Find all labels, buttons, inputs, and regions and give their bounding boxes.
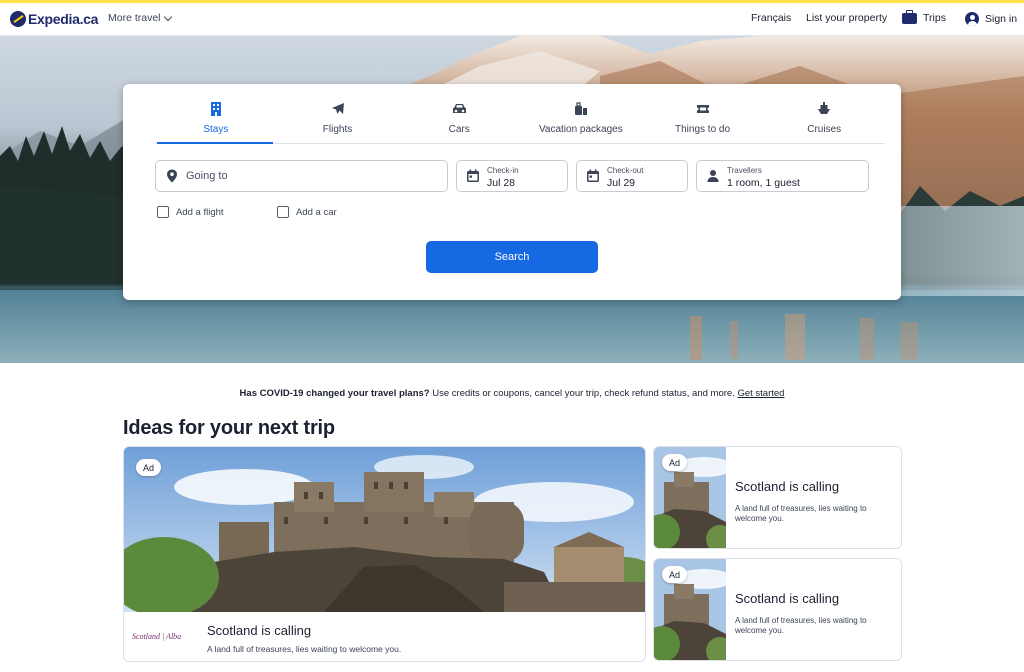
package-icon	[572, 101, 590, 117]
scotland-ad-card-small[interactable]: Ad Scotland is calling A land full of tr…	[653, 558, 902, 661]
scotland-ad-card-large[interactable]: Ad Scotland | Alba Scotland is calling A…	[123, 446, 646, 662]
expedia-logo[interactable]: Expedia.ca	[10, 9, 98, 29]
search-tabs: Stays Flights Cars Vacation packages Thi…	[155, 84, 885, 144]
plane-icon	[329, 101, 347, 117]
check-out-value: Jul 29	[607, 177, 636, 189]
list-property-label: List your property	[806, 12, 888, 24]
expedia-globe-icon	[10, 11, 26, 27]
chevron-down-icon	[163, 12, 172, 21]
user-icon	[965, 12, 979, 26]
add-car-label: Add a car	[296, 206, 337, 218]
travellers-value: 1 room, 1 guest	[727, 177, 800, 189]
edinburgh-castle-image: Ad	[124, 447, 645, 612]
location-pin-icon	[165, 169, 179, 183]
check-out-label: Check-out	[607, 166, 644, 175]
tab-flights-label: Flights	[322, 124, 353, 135]
language-link[interactable]: Français	[751, 12, 791, 24]
add-flight-checkbox[interactable]: Add a flight	[157, 206, 224, 218]
tab-stays-label: Stays	[203, 124, 229, 135]
ad-badge: Ad	[662, 566, 687, 583]
tab-cars[interactable]: Cars	[398, 84, 520, 143]
search-button[interactable]: Search	[426, 241, 598, 273]
briefcase-icon	[902, 9, 917, 24]
visit-scotland-logo: Scotland | Alba	[132, 632, 182, 641]
tab-cars-label: Cars	[448, 124, 470, 135]
ad-card-subtitle: A land full of treasures, lies waiting t…	[735, 504, 867, 523]
add-car-checkbox[interactable]: Add a car	[277, 206, 337, 218]
calendar-icon	[466, 169, 480, 183]
going-to-input[interactable]: Going to	[155, 160, 448, 192]
get-started-link[interactable]: Get started	[737, 388, 784, 399]
ad-card-title: Scotland is calling	[735, 591, 840, 606]
tab-stays[interactable]: Stays	[155, 84, 277, 144]
ad-badge: Ad	[662, 454, 687, 471]
add-flight-label: Add a flight	[176, 206, 224, 218]
tab-cruises-label: Cruises	[807, 124, 842, 135]
calendar-icon	[586, 169, 600, 183]
list-property-link[interactable]: List your property	[806, 12, 887, 24]
check-in-field[interactable]: Check-in Jul 28	[456, 160, 568, 192]
check-out-field[interactable]: Check-out Jul 29	[576, 160, 688, 192]
tab-cruises[interactable]: Cruises	[763, 84, 885, 143]
ideas-section-title: Ideas for your next trip	[123, 417, 335, 439]
tab-vacation-packages-label: Vacation packages	[538, 124, 623, 135]
tab-vacation-packages[interactable]: Vacation packages	[520, 84, 642, 143]
language-link-label: Français	[751, 12, 792, 24]
ad-card-title: Scotland is calling	[735, 479, 840, 494]
check-in-label: Check-in	[487, 166, 519, 175]
more-travel-label: More travel	[108, 12, 161, 24]
tab-things-to-do-label: Things to do	[675, 124, 731, 135]
ad-card-subtitle: A land full of treasures, lies waiting t…	[207, 644, 402, 654]
person-icon	[706, 169, 720, 183]
castle-thumbnail-image: Ad	[654, 559, 726, 660]
covid-notice-text: Use credits or coupons, cancel your trip…	[429, 388, 738, 399]
trips-label: Trips	[923, 12, 946, 24]
check-in-value: Jul 28	[487, 177, 516, 189]
ad-badge: Ad	[136, 459, 161, 476]
trips-link[interactable]: Trips	[902, 9, 946, 24]
tab-flights[interactable]: Flights	[277, 84, 399, 143]
more-travel-menu[interactable]: More travel	[108, 12, 172, 24]
covid-notice: Has COVID-19 changed your travel plans? …	[0, 388, 1024, 399]
travellers-label: Travellers	[727, 166, 762, 175]
building-icon	[207, 101, 225, 117]
sign-in-link[interactable]: Sign in	[965, 12, 1017, 26]
car-icon	[450, 101, 468, 117]
ship-icon	[815, 101, 833, 117]
sign-in-label: Sign in	[985, 13, 1018, 25]
checkbox-unchecked-icon	[157, 206, 169, 218]
search-card: Stays Flights Cars Vacation packages Thi…	[123, 84, 901, 300]
going-to-placeholder: Going to	[186, 170, 228, 182]
checkbox-unchecked-icon	[277, 206, 289, 218]
covid-notice-bold: Has COVID-19 changed your travel plans?	[239, 388, 430, 399]
site-header: Expedia.ca More travel Français List you…	[0, 3, 1024, 36]
ad-card-subtitle: A land full of treasures, lies waiting t…	[735, 616, 867, 635]
ticket-icon	[694, 101, 712, 117]
travellers-field[interactable]: Travellers 1 room, 1 guest	[696, 160, 869, 192]
tab-things-to-do[interactable]: Things to do	[642, 84, 764, 143]
logo-text: Expedia.ca	[28, 11, 99, 27]
scotland-ad-card-small[interactable]: Ad Scotland is calling A land full of tr…	[653, 446, 902, 549]
castle-thumbnail-image: Ad	[654, 447, 726, 548]
ad-card-title: Scotland is calling	[207, 623, 312, 638]
